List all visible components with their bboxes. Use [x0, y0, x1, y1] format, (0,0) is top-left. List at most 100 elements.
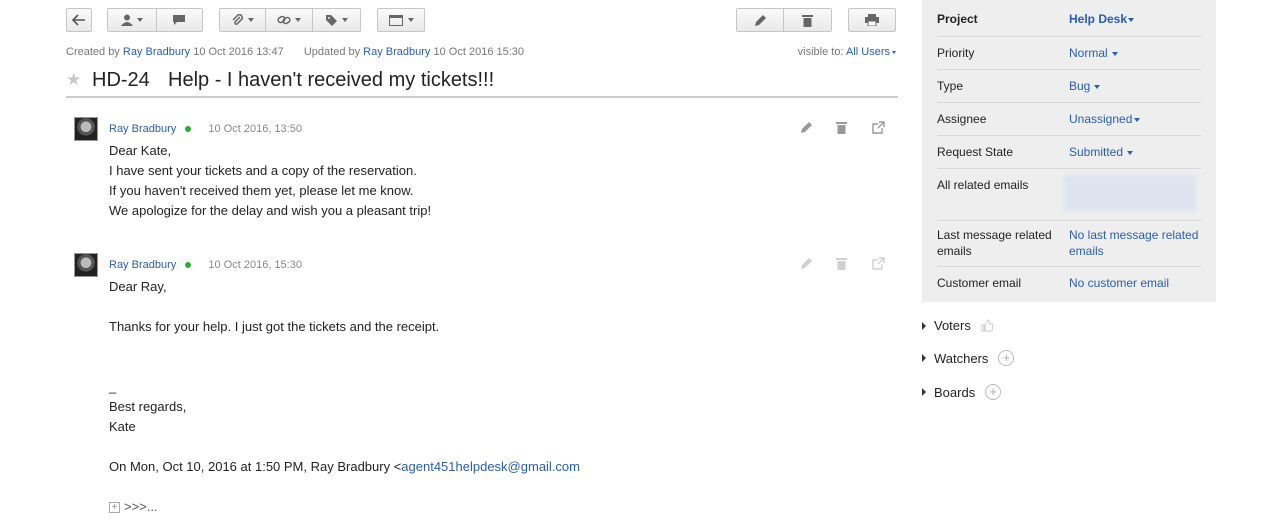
updated-by-label: Updated by	[303, 46, 361, 58]
edit-comment-button[interactable]	[800, 257, 814, 271]
pencil-icon	[801, 258, 812, 269]
comment-body: Dear Ray, Thanks for your help. I just g…	[109, 277, 580, 517]
visibility-dropdown[interactable]: All Users	[846, 46, 896, 58]
chevron-down-icon	[136, 18, 143, 22]
watchers-section[interactable]: Watchers +	[922, 350, 1015, 366]
people-button-group	[107, 8, 203, 32]
comment-date: 10 Oct 2016, 15:30	[208, 259, 302, 271]
chevron-down-icon	[1128, 17, 1135, 22]
redacted-value	[1064, 175, 1196, 211]
comment-item: Ray Bradbury 10 Oct 2016, 15:30 Dear Ray…	[74, 253, 894, 514]
type-dropdown[interactable]: Bug	[1069, 79, 1101, 93]
user-icon	[120, 14, 133, 26]
assignee-dropdown[interactable]: Unassigned	[1069, 112, 1141, 126]
attach-button-group	[219, 8, 361, 32]
field-label: Customer email	[937, 276, 1022, 290]
section-label: Boards	[934, 384, 976, 400]
issue-header: ★ HD-24 Help - I haven't received my tic…	[66, 64, 898, 98]
chevron-down-icon	[1134, 117, 1141, 122]
field-value: Unassigned	[1069, 112, 1133, 126]
link-button[interactable]	[266, 9, 313, 31]
comment-icon	[173, 15, 186, 25]
open-comment-button[interactable]	[872, 121, 886, 135]
priority-dropdown[interactable]: Normal	[1069, 46, 1118, 60]
comment-author-link[interactable]: Ray Bradbury	[109, 123, 176, 135]
field-label: Priority	[937, 46, 975, 60]
edit-comment-button[interactable]	[800, 121, 814, 135]
comment-author-link[interactable]: Ray Bradbury	[109, 259, 176, 271]
trash-icon	[836, 122, 847, 134]
customer-email-value[interactable]: No customer email	[1069, 276, 1169, 290]
chevron-down-icon	[341, 18, 348, 22]
field-label: Assignee	[937, 112, 987, 126]
comment-header: Ray Bradbury 10 Oct 2016, 15:30	[109, 259, 302, 271]
chevron-down-icon	[295, 18, 302, 22]
updated-at: 10 Oct 2016 15:30	[433, 46, 525, 58]
edit-button[interactable]	[737, 9, 785, 31]
delete-button[interactable]	[784, 9, 831, 31]
project-dropdown[interactable]: Help Desk	[1069, 12, 1135, 26]
comment-line: I have sent your tickets and a copy of t…	[109, 163, 417, 178]
chevron-down-icon	[247, 18, 254, 22]
external-link-icon	[872, 257, 885, 270]
field-value: Help Desk	[1069, 12, 1128, 26]
comment-button[interactable]	[156, 9, 202, 31]
visibility-value: All Users	[845, 46, 890, 58]
field-assignee: Assignee Unassigned	[937, 103, 1201, 136]
quote-prefix: On Mon, Oct 10, 2016 at 1:50 PM, Ray Bra…	[109, 459, 402, 474]
avatar	[74, 253, 98, 277]
field-value: Submitted	[1069, 145, 1124, 159]
updated-by-user-link[interactable]: Ray Bradbury	[363, 46, 430, 58]
edit-button-group	[736, 8, 832, 32]
add-board-icon[interactable]: +	[985, 384, 1002, 400]
avatar	[74, 117, 98, 141]
issue-title: Help - I haven't received my tickets!!!	[168, 68, 495, 91]
expand-quote[interactable]: + >>>...	[109, 497, 580, 517]
open-comment-button[interactable]	[872, 257, 886, 271]
comment-line: Best regards,	[109, 399, 187, 414]
print-button[interactable]	[848, 8, 896, 32]
assign-user-button[interactable]	[108, 9, 157, 31]
thumbs-up-icon[interactable]	[981, 319, 994, 332]
comment-line: Dear Ray,	[109, 279, 167, 294]
comment-item: Ray Bradbury 10 Oct 2016, 13:50 Dear Kat…	[74, 117, 894, 227]
voters-section[interactable]: Voters	[922, 318, 994, 333]
boards-section[interactable]: Boards +	[922, 384, 1002, 400]
created-by-user-link[interactable]: Ray Bradbury	[123, 46, 190, 58]
field-value: Bug	[1069, 79, 1091, 93]
section-label: Voters	[934, 318, 971, 333]
back-arrow-icon	[72, 14, 85, 26]
last-message-emails-value[interactable]: No last message related emails	[1069, 227, 1204, 259]
comment-actions	[800, 121, 886, 135]
delete-comment-button[interactable]	[836, 121, 850, 135]
chevron-down-icon	[1127, 150, 1134, 155]
add-watcher-icon[interactable]: +	[998, 350, 1015, 366]
field-label: Last message related emails	[937, 228, 1052, 258]
field-project: Project Help Desk	[937, 4, 1201, 37]
back-button[interactable]	[66, 8, 92, 32]
comment-header: Ray Bradbury 10 Oct 2016, 13:50	[109, 123, 302, 135]
comment-line: Thanks for your help. I just got the tic…	[109, 319, 440, 334]
created-at: 10 Oct 2016 13:47	[193, 46, 284, 58]
chevron-down-icon	[1094, 84, 1101, 89]
field-customer-email: Customer email No customer email	[937, 267, 1201, 297]
star-icon[interactable]: ★	[66, 70, 92, 90]
field-type: Type Bug	[937, 70, 1201, 103]
chevron-down-icon	[407, 18, 414, 22]
expand-triangle-icon	[922, 321, 926, 330]
delete-comment-button[interactable]	[836, 257, 850, 271]
email-link[interactable]: agent451helpdesk@gmail.com	[401, 459, 580, 474]
paperclip-icon	[232, 13, 243, 25]
comment-line: If you haven't received them yet, please…	[109, 183, 414, 198]
window-icon	[388, 14, 403, 26]
online-status-icon	[185, 262, 192, 269]
comment-date: 10 Oct 2016, 13:50	[208, 123, 302, 135]
issue-meta: Created by Ray Bradbury 10 Oct 2016 13:4…	[66, 46, 524, 58]
view-options-button[interactable]	[377, 8, 425, 32]
request-state-dropdown[interactable]: Submitted	[1069, 145, 1134, 159]
attachment-button[interactable]	[220, 9, 267, 31]
field-label: Project	[937, 12, 978, 26]
tag-button[interactable]	[312, 9, 360, 31]
pencil-icon	[754, 14, 766, 26]
comment-quote-line: On Mon, Oct 10, 2016 at 1:50 PM, Ray Bra…	[109, 457, 580, 477]
